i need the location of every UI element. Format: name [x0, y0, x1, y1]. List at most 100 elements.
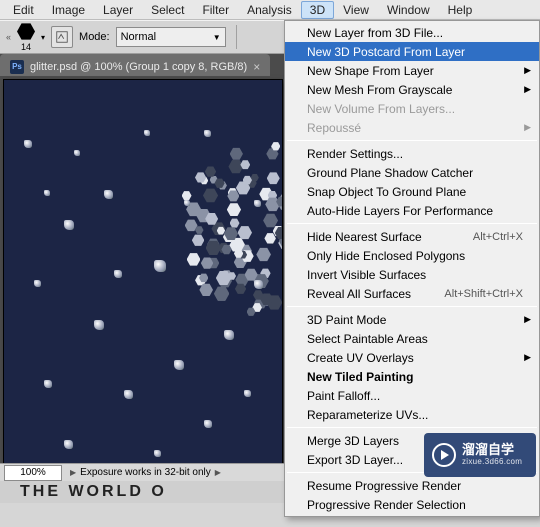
- menu-item[interactable]: Hide Nearest Surface Alt+Ctrl+X: [285, 227, 539, 246]
- menu-filter[interactable]: Filter: [193, 1, 238, 19]
- glitter-hex: [192, 234, 205, 247]
- menu-item[interactable]: New Tiled Painting: [285, 367, 539, 386]
- glitter-dot: [204, 420, 212, 428]
- watermark: 溜溜自学 zixue.3d66.com: [424, 433, 536, 477]
- ps-file-icon: Ps: [10, 60, 24, 74]
- glitter-dot: [244, 390, 251, 397]
- mode-select[interactable]: Normal ▼: [116, 27, 226, 47]
- menu-item-label: Hide Nearest Surface: [307, 230, 422, 244]
- glitter-dot: [24, 140, 32, 148]
- watermark-title: 溜溜自学: [462, 443, 522, 457]
- menu-item[interactable]: New Layer from 3D File...: [285, 23, 539, 42]
- submenu-arrow-icon: ▶: [524, 65, 531, 76]
- glitter-dot: [184, 200, 190, 206]
- menu-item[interactable]: New Shape From Layer▶: [285, 61, 539, 80]
- separator: [236, 25, 237, 49]
- canvas[interactable]: [4, 80, 282, 478]
- glitter-hex: [228, 159, 243, 174]
- menu-item-label: Paint Falloff...: [307, 389, 380, 403]
- brush-panel-button[interactable]: [51, 26, 73, 48]
- menu-shortcut: Alt+Ctrl+X: [473, 231, 523, 243]
- menu-item[interactable]: Create UV Overlays ▶: [285, 348, 539, 367]
- menu-item-label: Export 3D Layer...: [307, 453, 403, 467]
- submenu-arrow-icon: ▶: [524, 122, 531, 133]
- menu-item-label: New Layer from 3D File...: [307, 26, 443, 40]
- glitter-cluster: [164, 130, 282, 320]
- brush-preset[interactable]: 14: [17, 23, 35, 52]
- menu-view[interactable]: View: [334, 1, 378, 19]
- menu-item-label: Ground Plane Shadow Catcher: [307, 166, 473, 180]
- submenu-arrow-icon: ▶: [524, 314, 531, 325]
- glitter-dot: [154, 260, 166, 272]
- close-icon[interactable]: ×: [253, 60, 260, 74]
- menu-item[interactable]: Select Paintable Areas: [285, 329, 539, 348]
- glitter-dot: [114, 270, 122, 278]
- glitter-dot: [224, 330, 234, 340]
- document-tab[interactable]: Ps glitter.psd @ 100% (Group 1 copy 8, R…: [0, 54, 270, 76]
- menu-item[interactable]: Resume Progressive Render: [285, 476, 539, 495]
- glitter-hex: [206, 240, 222, 256]
- menu-window[interactable]: Window: [378, 1, 439, 19]
- menu-layer[interactable]: Layer: [94, 1, 142, 19]
- chevron-down-icon: ▼: [213, 33, 221, 42]
- glitter-hex: [263, 213, 278, 228]
- menu-item[interactable]: Render Settings...: [285, 144, 539, 163]
- menu-item-label: Merge 3D Layers: [307, 434, 399, 448]
- menu-item[interactable]: Reveal All Surfaces Alt+Shift+Ctrl+X: [285, 284, 539, 303]
- menu-item[interactable]: New Mesh From Grayscale▶: [285, 80, 539, 99]
- chevron-down-icon[interactable]: ▾: [41, 33, 45, 42]
- menu-item[interactable]: Auto-Hide Layers For Performance: [285, 201, 539, 220]
- menu-item-label: Create UV Overlays: [307, 351, 414, 365]
- menu-item[interactable]: New 3D Postcard From Layer: [285, 42, 539, 61]
- menu-item-label: Repoussé: [307, 121, 361, 135]
- menu-item-label: New Tiled Painting: [307, 370, 413, 384]
- menu-shortcut: Alt+Shift+Ctrl+X: [444, 288, 523, 300]
- menubar: EditImageLayerSelectFilterAnalysis3DView…: [0, 0, 540, 20]
- glitter-hex: [230, 147, 243, 160]
- submenu-arrow-icon: ▶: [524, 352, 531, 363]
- glitter-dot: [144, 130, 150, 136]
- menu-item[interactable]: Progressive Render Selection: [285, 495, 539, 514]
- menu-item-label: Select Paintable Areas: [307, 332, 428, 346]
- glitter-hex: [205, 166, 216, 177]
- menu-item-label: Snap Object To Ground Plane: [307, 185, 466, 199]
- glitter-dot: [64, 440, 73, 449]
- play-icon: [432, 443, 456, 467]
- chevron-right-icon[interactable]: ▶: [211, 468, 225, 477]
- menu-edit[interactable]: Edit: [4, 1, 43, 19]
- menu-item-label: 3D Paint Mode: [307, 313, 386, 327]
- menu-item[interactable]: Invert Visible Surfaces: [285, 265, 539, 284]
- menu-item-label: Reveal All Surfaces: [307, 287, 411, 301]
- menu-item[interactable]: Reparameterize UVs...: [285, 405, 539, 424]
- mode-value: Normal: [121, 31, 156, 43]
- menu-item[interactable]: Ground Plane Shadow Catcher: [285, 163, 539, 182]
- status-bar: 100% ▶ Exposure works in 32-bit only ▶: [0, 463, 286, 481]
- glitter-dot: [44, 380, 52, 388]
- menu-item[interactable]: 3D Paint Mode ▶: [285, 310, 539, 329]
- menu-item-label: Progressive Render Selection: [307, 498, 466, 512]
- chevron-right-icon[interactable]: ▶: [66, 468, 80, 477]
- hex-icon: [17, 23, 35, 41]
- menu-item: New Volume From Layers...: [285, 99, 539, 118]
- glitter-dot: [74, 150, 80, 156]
- brush-size-value: 14: [21, 42, 31, 52]
- zoom-field[interactable]: 100%: [4, 465, 62, 481]
- menu-item[interactable]: Snap Object To Ground Plane: [285, 182, 539, 201]
- menu-item[interactable]: Only Hide Enclosed Polygons: [285, 246, 539, 265]
- menu-item[interactable]: Paint Falloff...: [285, 386, 539, 405]
- glitter-dot: [104, 190, 113, 199]
- menu-3d[interactable]: 3D: [301, 1, 334, 19]
- glitter-hex: [267, 172, 280, 185]
- bottom-text: THE WORLD O: [20, 483, 167, 501]
- menu-item-label: Reparameterize UVs...: [307, 408, 428, 422]
- watermark-url: zixue.3d66.com: [462, 458, 522, 467]
- menu-select[interactable]: Select: [142, 1, 193, 19]
- menu-item-label: Resume Progressive Render: [307, 479, 461, 493]
- submenu-arrow-icon: ▶: [524, 84, 531, 95]
- glitter-dot: [254, 280, 263, 289]
- menu-analysis[interactable]: Analysis: [238, 1, 301, 19]
- glitter-dot: [44, 190, 50, 196]
- menu-divider: [287, 223, 537, 224]
- menu-help[interactable]: Help: [439, 1, 482, 19]
- menu-image[interactable]: Image: [43, 1, 94, 19]
